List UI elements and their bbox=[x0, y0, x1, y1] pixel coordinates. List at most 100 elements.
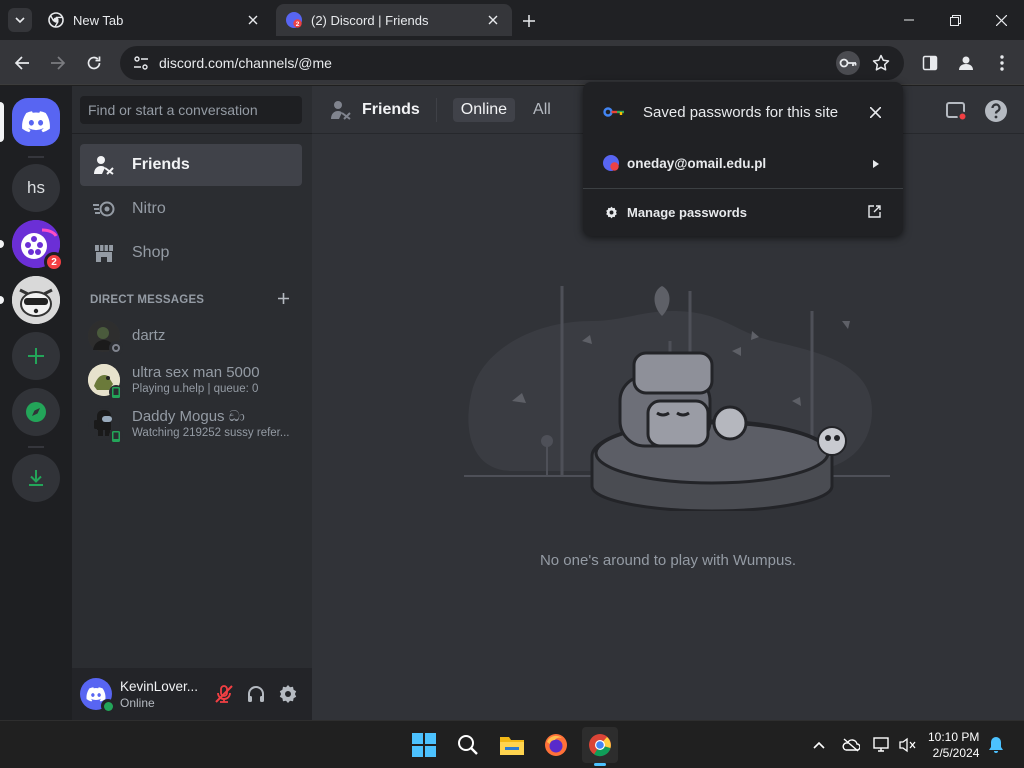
dm-sidebar: Find or start a conversation Friends Nit… bbox=[72, 86, 312, 720]
direct-messages-header: DIRECT MESSAGES bbox=[90, 294, 205, 306]
tab-search-button[interactable] bbox=[8, 8, 32, 32]
reload-icon bbox=[87, 56, 101, 70]
minimize-icon bbox=[904, 19, 914, 21]
avatar bbox=[88, 364, 123, 399]
bell-icon bbox=[989, 737, 1003, 753]
wumpus-illustration bbox=[464, 286, 890, 511]
headphones-icon bbox=[248, 686, 264, 702]
volume-tray-icon[interactable] bbox=[898, 735, 918, 755]
download-icon bbox=[29, 470, 43, 486]
tab-all[interactable]: All bbox=[533, 101, 551, 119]
close-window-button[interactable] bbox=[986, 8, 1016, 32]
server-raccoon[interactable] bbox=[12, 276, 60, 324]
empty-state-text: No one's around to play with Wumpus. bbox=[539, 552, 797, 569]
firefox-button[interactable] bbox=[538, 727, 574, 763]
firefox-icon bbox=[545, 734, 567, 756]
cloud-off-icon bbox=[842, 738, 860, 752]
status-mobile-icon bbox=[109, 385, 123, 399]
show-hidden-icons-button[interactable] bbox=[809, 735, 829, 755]
site-info-icon[interactable] bbox=[132, 54, 150, 72]
address-bar[interactable]: discord.com/channels/@me bbox=[120, 46, 904, 80]
raccoon-server-icon bbox=[12, 276, 60, 324]
avatar[interactable] bbox=[80, 678, 115, 713]
server-movie[interactable]: 2 bbox=[12, 220, 64, 272]
more-vert-icon bbox=[1000, 55, 1004, 71]
restore-button[interactable] bbox=[940, 8, 970, 32]
dm-item[interactable]: Daddy Mogus ඩා Watching 219252 sussy ref… bbox=[80, 403, 302, 445]
dm-name: ultra sex man 5000 bbox=[132, 364, 260, 381]
nav-label: Friends bbox=[132, 156, 190, 173]
back-button[interactable] bbox=[10, 51, 34, 75]
onedrive-tray-icon[interactable] bbox=[841, 735, 861, 755]
url-text: discord.com/channels/@me bbox=[159, 55, 332, 71]
manage-passwords-row[interactable]: Manage passwords bbox=[583, 188, 903, 236]
close-icon bbox=[869, 106, 881, 118]
bookmark-button[interactable] bbox=[870, 52, 892, 74]
user-panel: KevinLover... Online bbox=[72, 668, 312, 720]
active-indicator bbox=[594, 763, 606, 766]
side-panel-icon bbox=[922, 55, 938, 71]
close-icon bbox=[995, 14, 1007, 26]
divider bbox=[435, 97, 437, 122]
server-hs[interactable]: hs bbox=[12, 164, 60, 212]
download-apps-button[interactable] bbox=[12, 454, 60, 502]
compass-icon bbox=[26, 402, 46, 422]
search-input[interactable]: Find or start a conversation bbox=[80, 96, 302, 124]
explore-button[interactable] bbox=[12, 388, 60, 436]
tab-new-tab[interactable]: New Tab bbox=[38, 4, 272, 36]
chrome-taskbar-button[interactable] bbox=[582, 727, 618, 766]
dm-item[interactable]: dartz bbox=[80, 315, 302, 357]
saved-account-row[interactable]: oneday@omail.edu.pl bbox=[583, 139, 903, 187]
user-settings-button[interactable] bbox=[276, 682, 300, 706]
tab-title: New Tab bbox=[73, 12, 124, 28]
tab-title: (2) Discord | Friends bbox=[311, 12, 429, 28]
chevron-down-icon bbox=[15, 17, 25, 24]
mute-button[interactable] bbox=[212, 682, 236, 706]
profile-button[interactable] bbox=[954, 51, 978, 75]
status-offline-icon bbox=[109, 341, 123, 355]
start-button[interactable] bbox=[406, 727, 442, 763]
taskbar-search-button[interactable] bbox=[450, 727, 486, 763]
nav-nitro[interactable]: Nitro bbox=[80, 188, 302, 230]
tab-discord[interactable]: 2 (2) Discord | Friends bbox=[276, 4, 512, 36]
create-dm-button[interactable] bbox=[275, 290, 291, 306]
dm-name: Daddy Mogus ඩා bbox=[132, 408, 245, 425]
side-panel-button[interactable] bbox=[918, 51, 942, 75]
plus-icon bbox=[28, 348, 44, 364]
file-explorer-icon bbox=[500, 737, 524, 755]
arrow-left-icon bbox=[14, 56, 29, 70]
home-button[interactable] bbox=[12, 98, 60, 146]
new-tab-button[interactable] bbox=[518, 10, 540, 32]
deafen-button[interactable] bbox=[244, 682, 268, 706]
tab-close-icon[interactable] bbox=[484, 11, 502, 29]
tab-strip: New Tab 2 (2) Discord | Friends bbox=[0, 0, 1024, 40]
restore-icon bbox=[949, 14, 961, 26]
popup-close-button[interactable] bbox=[865, 102, 885, 122]
nav-friends[interactable]: Friends bbox=[80, 144, 302, 186]
menu-button[interactable] bbox=[990, 51, 1014, 75]
add-server-button[interactable] bbox=[12, 332, 60, 380]
network-tray-icon[interactable] bbox=[872, 735, 892, 755]
dm-name: dartz bbox=[132, 327, 166, 344]
server-list: hs 2 bbox=[0, 86, 72, 720]
saved-account-email: oneday@omail.edu.pl bbox=[627, 155, 767, 171]
tab-close-icon[interactable] bbox=[244, 11, 262, 29]
tab-online[interactable]: Online bbox=[452, 97, 516, 122]
notifications-button[interactable] bbox=[986, 735, 1006, 755]
help-button[interactable] bbox=[984, 99, 1008, 123]
file-explorer-button[interactable] bbox=[494, 727, 530, 763]
caret-right-icon bbox=[873, 160, 879, 168]
reload-button[interactable] bbox=[82, 51, 106, 75]
password-key-button[interactable] bbox=[836, 51, 860, 75]
nav-shop[interactable]: Shop bbox=[80, 232, 302, 274]
unread-indicator bbox=[0, 296, 4, 304]
nitro-icon bbox=[92, 197, 116, 221]
inbox-button[interactable] bbox=[944, 99, 968, 123]
forward-button[interactable] bbox=[46, 51, 70, 75]
clock[interactable]: 10:10 PM 2/5/2024 bbox=[928, 729, 979, 761]
network-icon bbox=[873, 737, 889, 752]
manage-passwords-label: Manage passwords bbox=[627, 204, 747, 220]
search-icon bbox=[458, 735, 478, 755]
minimize-button[interactable] bbox=[894, 8, 924, 32]
dm-item[interactable]: ultra sex man 5000 Playing u.help | queu… bbox=[80, 359, 302, 401]
